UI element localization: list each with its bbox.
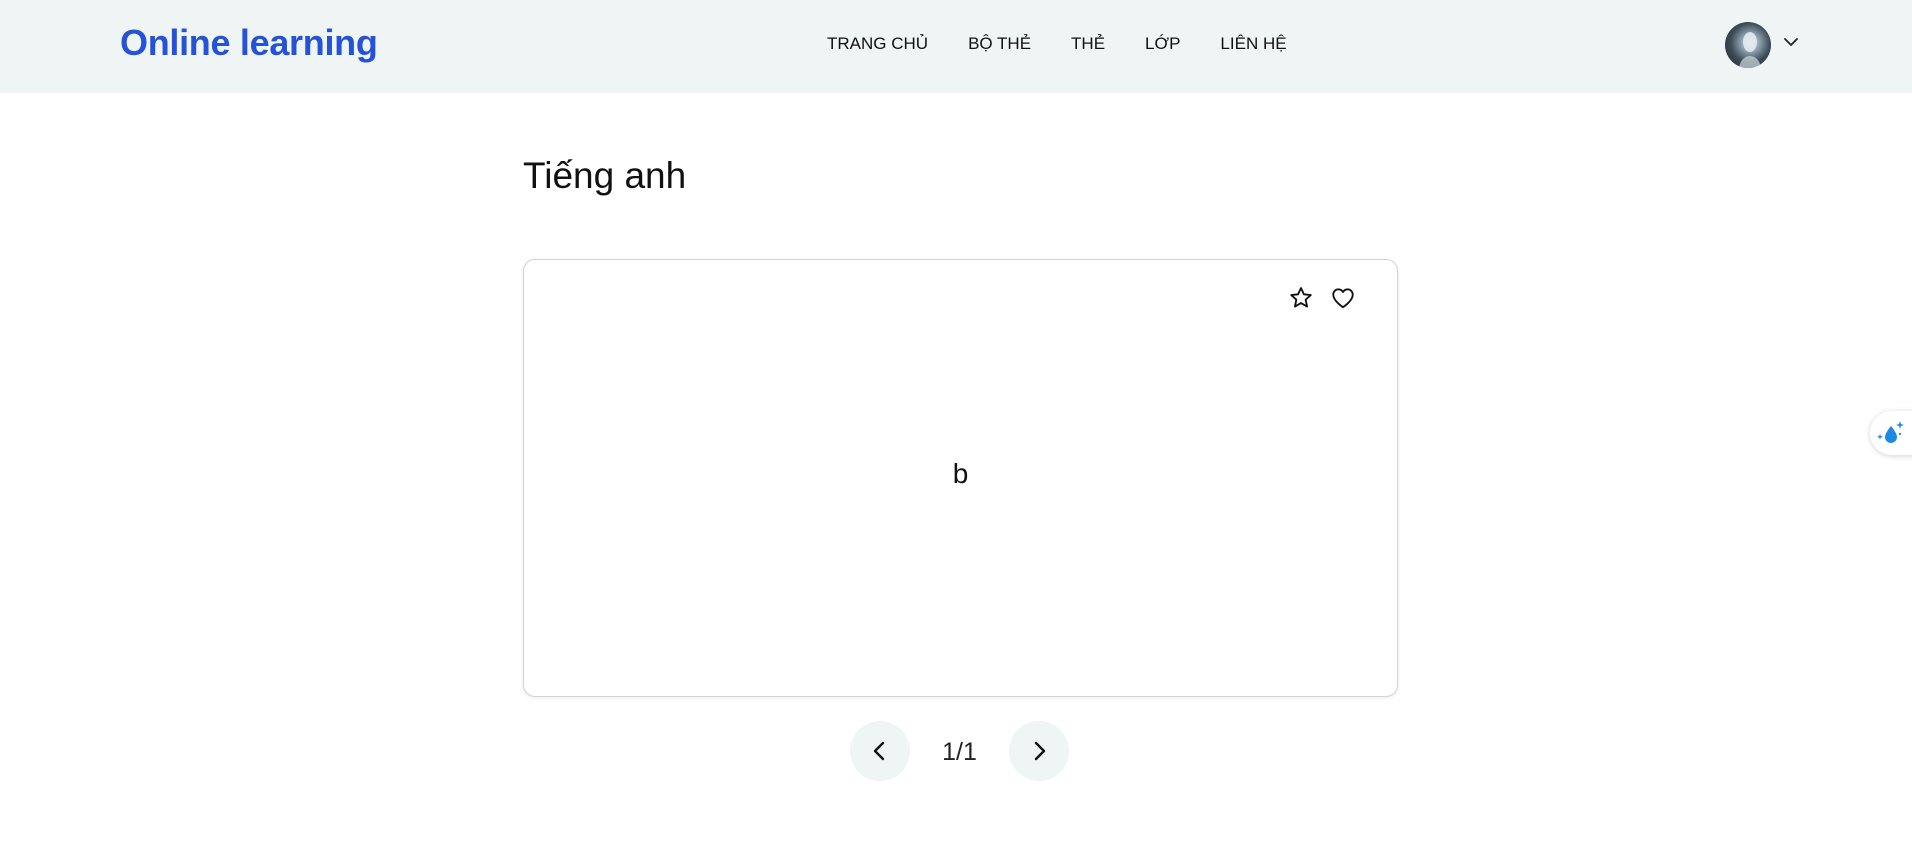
card-actions (1287, 284, 1357, 312)
avatar-image-icon (1739, 32, 1761, 68)
card-counter: 1/1 (942, 738, 977, 766)
heart-button[interactable] (1329, 284, 1357, 312)
nav-item-contact[interactable]: LIÊN HỆ (1220, 34, 1286, 54)
chevron-left-icon (873, 741, 885, 761)
water-drop-sparkle-icon (1877, 421, 1904, 443)
main-nav: TRANG CHỦ BỘ THẺ THẺ LỚP LIÊN HỆ (827, 34, 1287, 54)
nav-item-classes[interactable]: LỚP (1145, 34, 1180, 54)
site-logo[interactable]: Online learning (120, 22, 378, 64)
nav-item-decks[interactable]: BỘ THẺ (968, 34, 1031, 54)
page-title: Tiếng anh (523, 155, 687, 196)
chevron-right-icon (1034, 741, 1046, 761)
star-icon (1290, 287, 1312, 308)
chevron-down-icon[interactable] (1782, 33, 1800, 51)
heart-icon (1332, 288, 1354, 309)
next-card-button[interactable] (1009, 721, 1069, 781)
card-pager: 1/1 (850, 721, 1070, 781)
floating-extension-widget[interactable] (1870, 411, 1912, 455)
previous-card-button[interactable] (850, 721, 910, 781)
star-button[interactable] (1287, 284, 1315, 312)
user-avatar[interactable] (1725, 22, 1771, 68)
top-navbar: Online learning TRANG CHỦ BỘ THẺ THẺ LỚP… (0, 0, 1912, 93)
card-content: b (952, 458, 969, 489)
nav-item-home[interactable]: TRANG CHỦ (827, 34, 928, 54)
nav-item-cards[interactable]: THẺ (1071, 34, 1105, 54)
flashcard[interactable]: b (523, 259, 1398, 697)
